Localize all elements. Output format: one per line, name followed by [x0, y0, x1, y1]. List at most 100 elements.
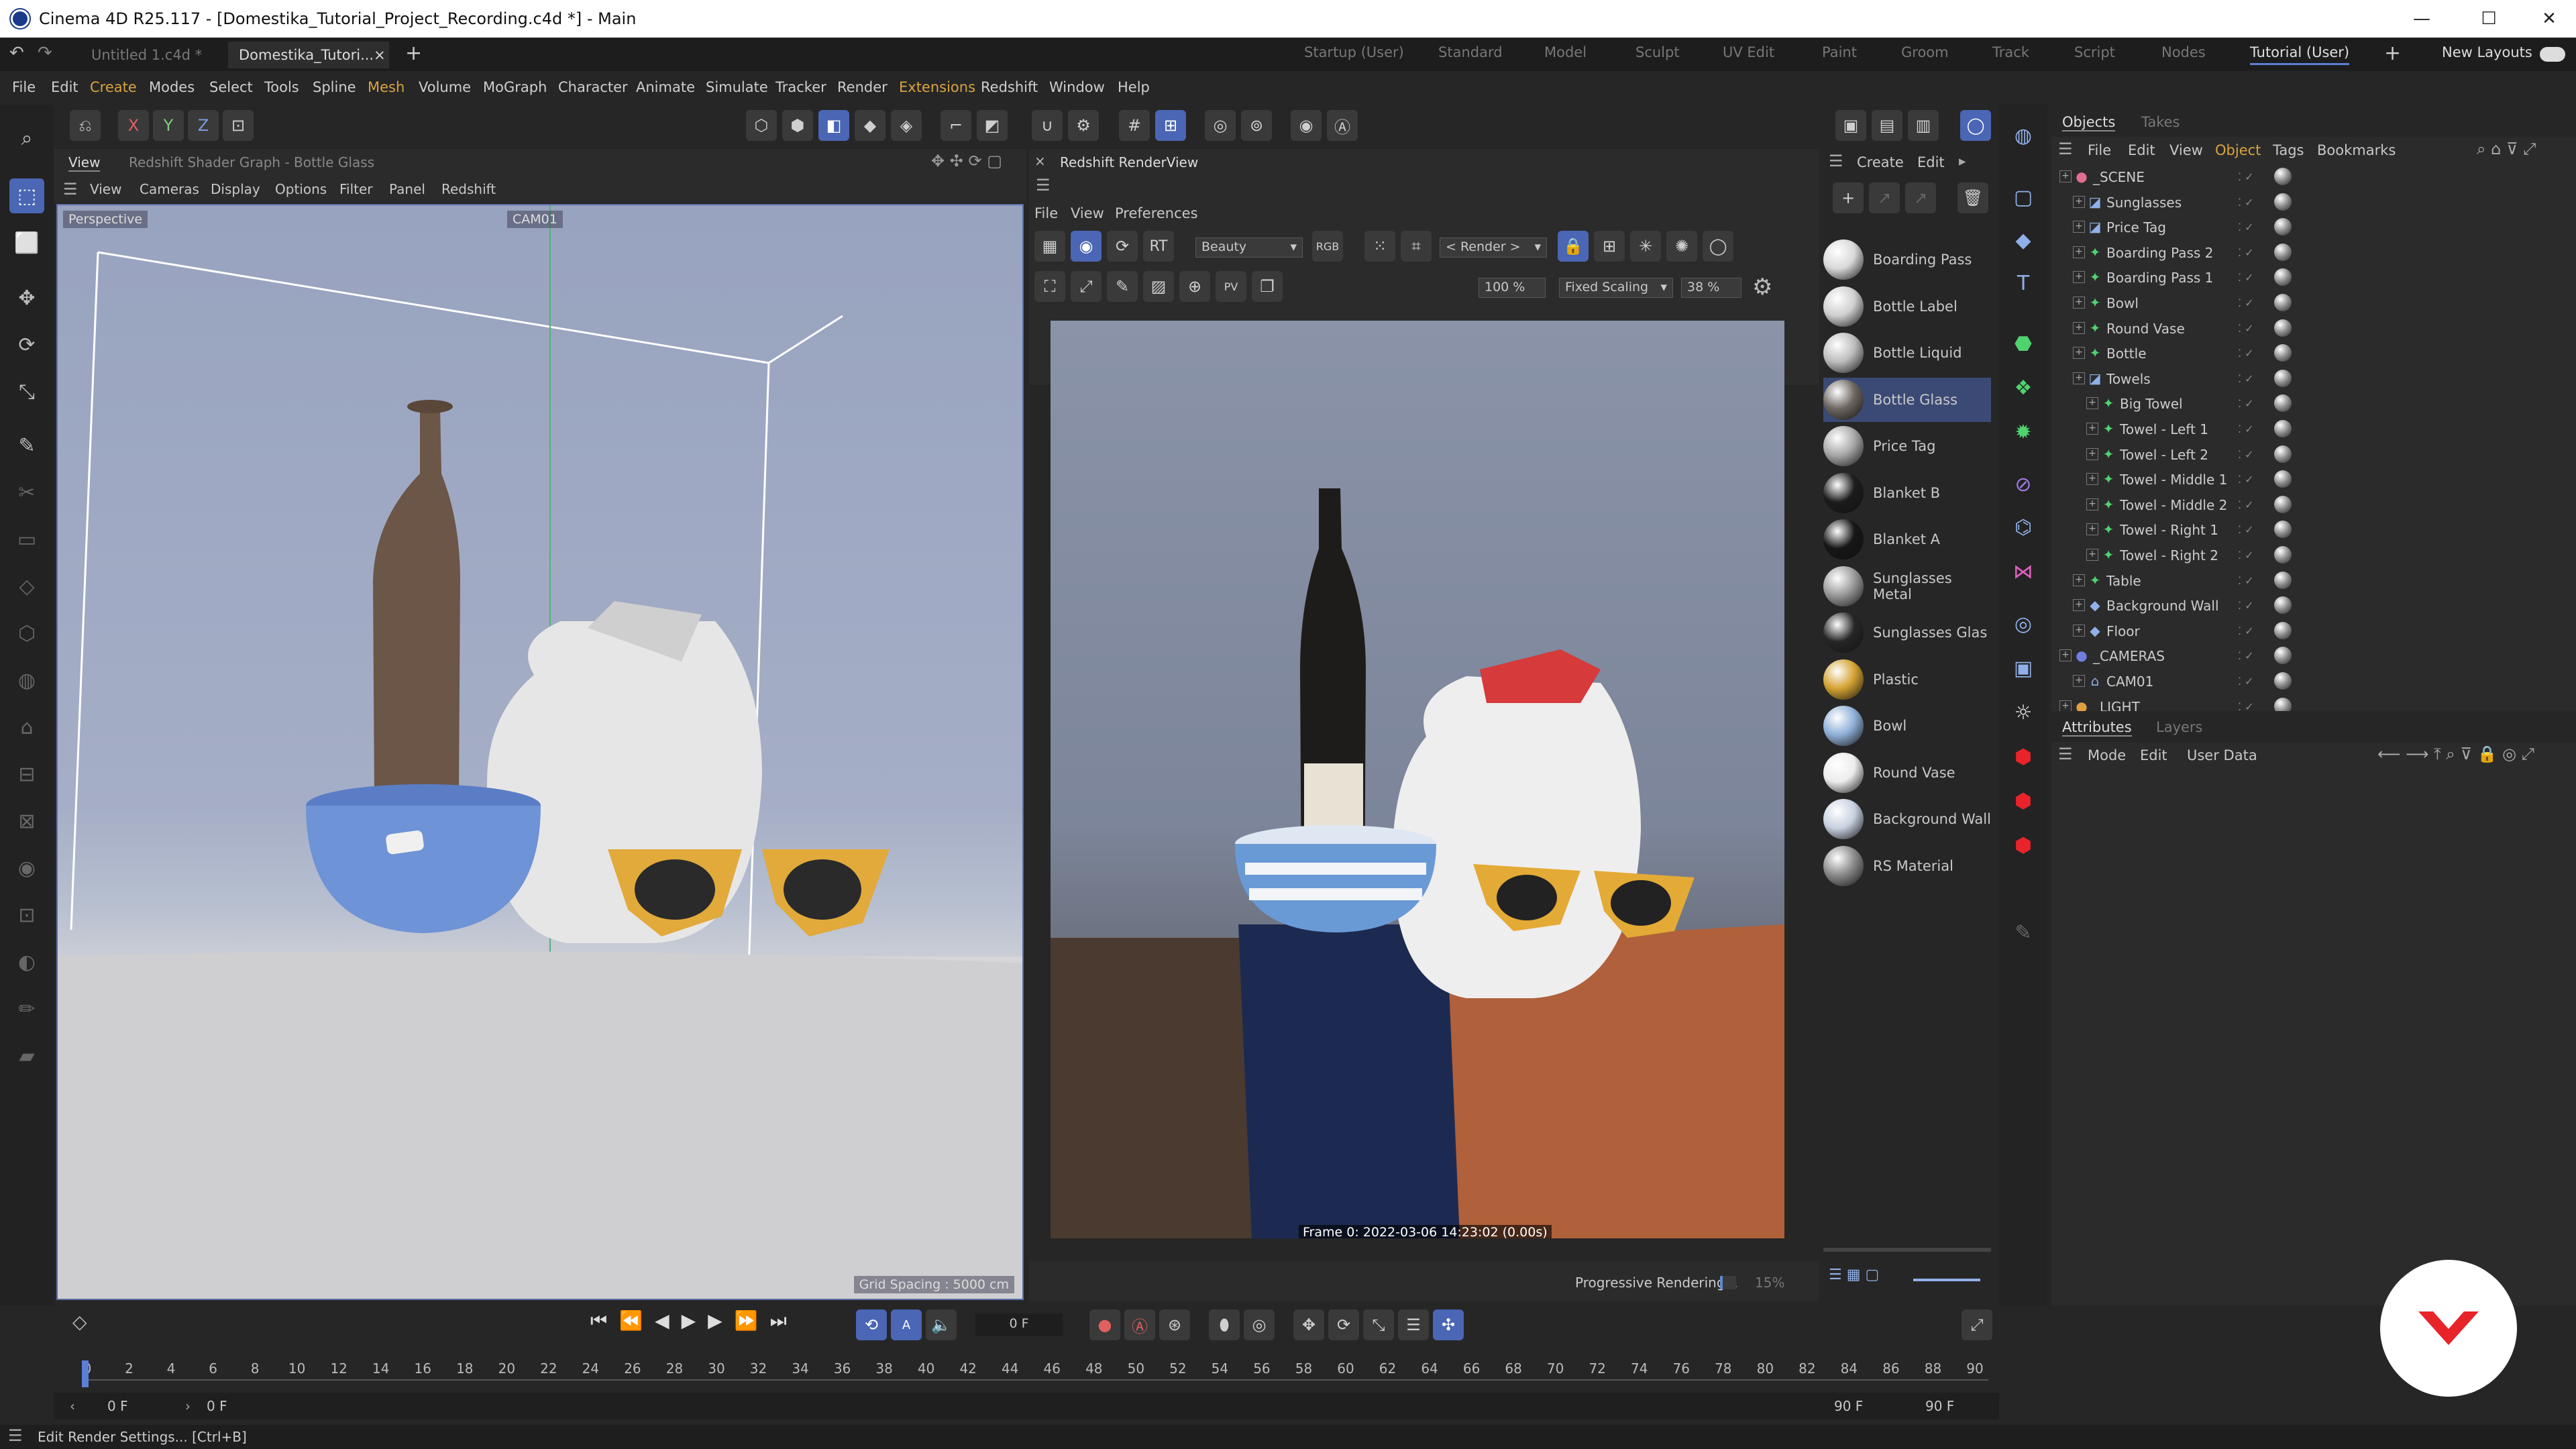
expand-icon[interactable]: ⤢ — [1071, 271, 1102, 302]
expand-toggle-icon[interactable]: + — [2086, 447, 2098, 460]
loop-tool-icon[interactable]: ◍ — [9, 663, 44, 698]
material-tag-icon[interactable] — [2274, 394, 2292, 413]
menu-select[interactable]: Select — [209, 79, 253, 95]
expand-toggle-icon[interactable]: + — [2086, 397, 2098, 410]
expand-toggle-icon[interactable]: + — [2073, 246, 2085, 258]
material-tag-icon[interactable] — [2274, 521, 2292, 539]
ipr-render-icon[interactable]: ◉ — [1071, 231, 1102, 262]
rv-menu-view[interactable]: View — [1071, 205, 1104, 221]
scaling-select[interactable]: Fixed Scaling ▾ — [1559, 278, 1673, 298]
light-icon[interactable]: ☼ — [2006, 695, 2041, 730]
vp-menu-view[interactable]: View — [90, 181, 121, 197]
effector-icon[interactable]: ✹ — [2006, 415, 2041, 449]
visibility-toggle-icon[interactable]: ⁚ ✓ — [2238, 423, 2254, 435]
vp-menu-options[interactable]: Options — [275, 181, 327, 197]
object-row[interactable]: + ◪ Price Tag ⁚ ✓ — [2051, 214, 2576, 239]
material-tag-icon[interactable] — [2274, 445, 2292, 463]
knife-tool-icon[interactable]: ✂ — [9, 475, 44, 510]
expand-toggle-icon[interactable]: + — [2073, 574, 2085, 586]
material-tag-icon[interactable] — [2274, 470, 2292, 488]
material-tag-icon[interactable] — [2274, 546, 2292, 564]
spline-icon[interactable]: ⋈ — [2006, 554, 2041, 589]
material-tag-icon[interactable] — [2274, 697, 2292, 711]
material-scrollbar[interactable] — [1823, 1248, 1991, 1252]
rv-menu-preferences[interactable]: Preferences — [1115, 205, 1198, 221]
tab-attributes[interactable]: Attributes — [2062, 719, 2132, 737]
obj-menu-object[interactable]: Object — [2215, 142, 2261, 158]
obj-menu-view[interactable]: View — [2169, 142, 2203, 158]
material-tag-icon[interactable] — [2274, 319, 2292, 337]
menu-mograph[interactable]: MoGraph — [483, 79, 547, 95]
slide-tool-icon[interactable]: ⊠ — [9, 804, 44, 839]
checker-icon[interactable]: ⁙ — [1364, 231, 1395, 262]
redo-icon[interactable]: ↷ — [38, 43, 52, 63]
visibility-toggle-icon[interactable]: ⁚ ✓ — [2238, 448, 2254, 461]
new-layouts-toggle[interactable] — [2540, 47, 2565, 62]
range-end-field[interactable]: 90 F — [1834, 1398, 1863, 1414]
material-tag-icon[interactable] — [2274, 243, 2292, 261]
box-selection-icon[interactable]: ⬜ — [9, 225, 44, 260]
object-name[interactable]: _CAMERAS — [2093, 648, 2165, 664]
material-item[interactable]: RS Material — [1823, 844, 1991, 888]
material-tag-icon[interactable] — [2274, 344, 2292, 362]
object-name[interactable]: _LIGHT — [2093, 699, 2140, 711]
layout-uv-edit[interactable]: UV Edit — [1723, 44, 1774, 60]
renderview-close-icon[interactable]: × — [1034, 153, 1046, 169]
object-row[interactable]: + ◆ Background Wall ⁚ ✓ — [2051, 592, 2576, 618]
expand-toggle-icon[interactable]: + — [2086, 498, 2098, 511]
material-item[interactable]: Plastic — [1823, 657, 1991, 702]
object-row[interactable]: + ⌂ CAM01 ⁚ ✓ — [2051, 668, 2576, 694]
cloner-icon[interactable]: ❖ — [2006, 370, 2041, 405]
material-hamburger-icon[interactable]: ☰ — [1829, 152, 1843, 170]
rv-menu-file[interactable]: File — [1034, 205, 1058, 221]
renderview-hamburger-icon[interactable]: ☰ — [1036, 176, 1051, 195]
range-bar[interactable]: ‹ 0 F › 0 F 90 F 90 F — [54, 1393, 1999, 1419]
object-name[interactable]: Bowl — [2106, 295, 2139, 311]
render-view-icon[interactable]: ▣ — [1835, 110, 1866, 141]
object-name[interactable]: Round Vase — [2106, 321, 2185, 337]
visibility-toggle-icon[interactable]: ⁚ ✓ — [2238, 372, 2254, 385]
visibility-toggle-icon[interactable]: ⁚ ✓ — [2238, 649, 2254, 662]
menu-redshift[interactable]: Redshift — [981, 79, 1038, 95]
viewport-nav-icons[interactable]: ✥ ✣ ⟳ ▢ — [931, 152, 1002, 170]
render-region-icon[interactable]: ◎ — [1205, 110, 1236, 141]
cube-outline-icon[interactable]: ▢ — [2006, 180, 2041, 215]
points-mode-icon[interactable]: ⬡ — [746, 110, 777, 141]
obj-menu-bookmarks[interactable]: Bookmarks — [2317, 142, 2396, 158]
obj-menu-file[interactable]: File — [2088, 142, 2111, 158]
object-row[interactable]: + ✦ Towel - Right 1 ⁚ ✓ — [2051, 517, 2576, 542]
material-tag-icon[interactable] — [2274, 495, 2292, 513]
axis-x-button[interactable]: X — [118, 110, 149, 141]
object-row[interactable]: + ● _SCENE ⁚ ✓ — [2051, 164, 2576, 189]
vp-menu-display[interactable]: Display — [211, 181, 260, 197]
viewport-hamburger-icon[interactable]: ☰ — [63, 180, 78, 199]
vp-menu-filter[interactable]: Filter — [339, 181, 373, 197]
visibility-toggle-icon[interactable]: ⁚ ✓ — [2238, 246, 2254, 259]
settings-sun-icon[interactable]: ✺ — [1666, 231, 1697, 262]
rotate-tool-icon[interactable]: ⟳ — [9, 327, 44, 362]
object-row[interactable]: + ✦ Boarding Pass 2 ⁚ ✓ — [2051, 239, 2576, 265]
sparkle-icon[interactable]: ✳ — [1630, 231, 1661, 262]
material-item[interactable]: Price Tag — [1823, 424, 1991, 468]
visibility-toggle-icon[interactable]: ⁚ ✓ — [2238, 523, 2254, 536]
expand-toggle-icon[interactable]: + — [2073, 372, 2085, 384]
texture-mode-icon[interactable]: ◈ — [891, 110, 922, 141]
object-name[interactable]: Bottle — [2106, 345, 2147, 362]
material-tag-icon[interactable] — [2274, 268, 2292, 286]
search-icon[interactable]: ⌕ — [9, 121, 44, 156]
material-tag-icon[interactable] — [2274, 168, 2292, 185]
range-right-arrow-icon[interactable]: › — [185, 1398, 191, 1414]
polygons-mode-icon[interactable]: ◧ — [818, 110, 849, 141]
layout-startup[interactable]: Startup (User) — [1304, 44, 1404, 60]
visibility-toggle-icon[interactable]: ⁚ ✓ — [2238, 498, 2254, 511]
object-name[interactable]: Towel - Left 2 — [2120, 447, 2208, 463]
visibility-toggle-icon[interactable]: ⁚ ✓ — [2238, 170, 2254, 183]
menu-spline[interactable]: Spline — [313, 79, 356, 95]
material-item[interactable]: Bowl — [1823, 704, 1991, 748]
layout-tutorial[interactable]: Tutorial (User) — [2250, 44, 2350, 65]
object-name[interactable]: Background Wall — [2106, 598, 2219, 614]
material-tag-icon[interactable] — [2274, 621, 2292, 639]
menu-character[interactable]: Character — [558, 79, 628, 95]
edit-render-settings-icon[interactable]: ▥ — [1908, 110, 1939, 141]
menu-extensions[interactable]: Extensions — [899, 79, 975, 95]
